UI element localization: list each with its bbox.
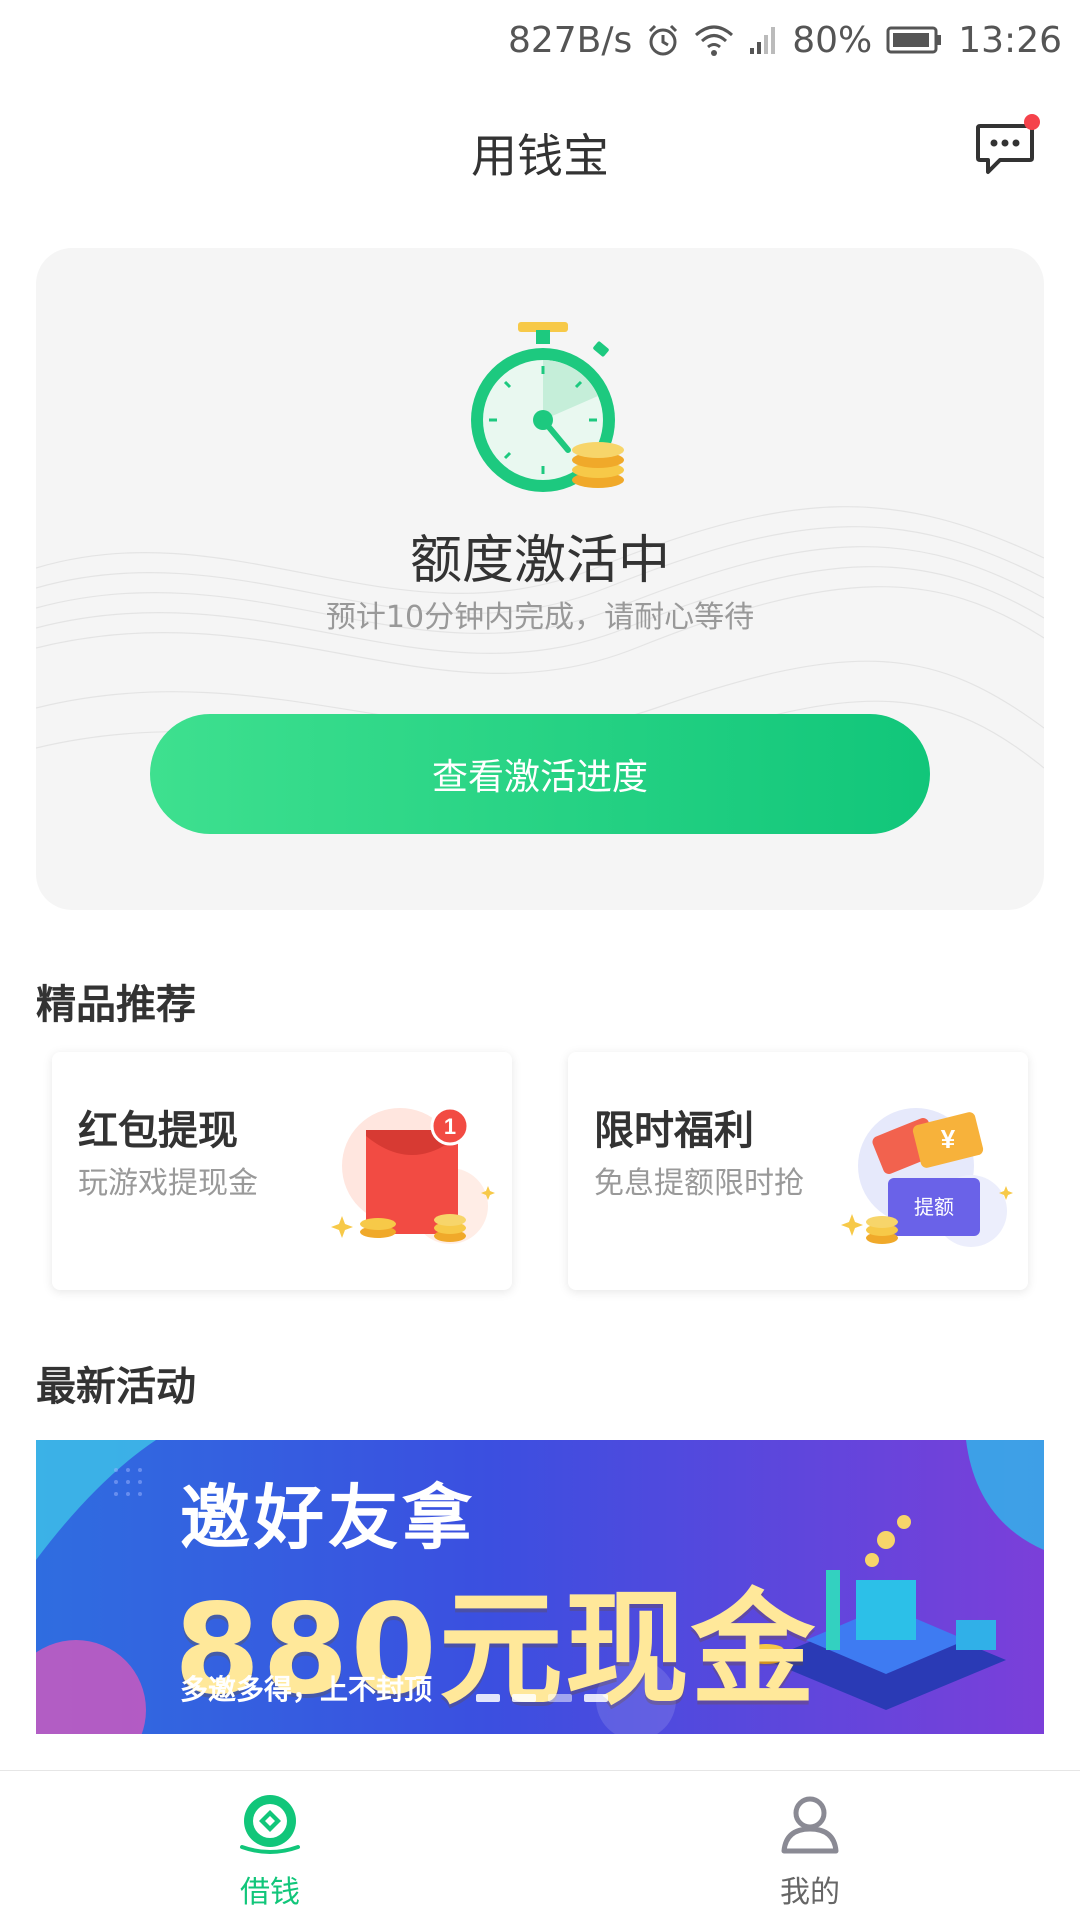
banner-tagline: 多邀多得，上不封顶: [180, 1673, 433, 1706]
wave-decoration: [36, 506, 1044, 770]
stopwatch-icon: [471, 322, 624, 492]
promo-subtitle: 玩游戏提现金: [78, 1166, 258, 1201]
promo-card-red-envelope[interactable]: 红包提现 玩游戏提现金 1: [52, 1052, 512, 1290]
section-title-recommend: 精品推荐: [36, 982, 196, 1028]
signal-icon: [748, 24, 778, 56]
alarm-icon: [646, 23, 680, 57]
unread-dot: [1024, 114, 1040, 130]
wifi-icon: [694, 23, 734, 57]
carousel-dot: [512, 1694, 536, 1702]
envelope-badge: 1: [444, 1114, 456, 1139]
screen: 827B/s 80% 13:26 用钱宝 额度激活中 预计10分钟内完成，请耐心…: [0, 0, 1080, 1920]
status-bar: 827B/s 80% 13:26: [0, 0, 1080, 80]
coupon-icon: ¥ 提额: [841, 1108, 1013, 1247]
page-title: 用钱宝: [471, 129, 609, 183]
carousel-dot: [548, 1694, 572, 1702]
view-progress-button[interactable]: 查看激活进度: [150, 714, 930, 834]
coin-icon: [240, 1795, 300, 1854]
section-title-activity: 最新活动: [36, 1364, 196, 1410]
activity-banner[interactable]: 邀好友拿 880元现金 多邀多得，上不封顶: [36, 1440, 1044, 1734]
battery-icon: [886, 25, 944, 55]
battery-percent: 80%: [792, 19, 873, 61]
user-icon: [781, 1796, 839, 1854]
activation-card: 额度激活中 预计10分钟内完成，请耐心等待 查看激活进度: [36, 248, 1044, 910]
promo-subtitle: 免息提额限时抢: [594, 1166, 804, 1201]
nav-label: 我的: [780, 1875, 840, 1910]
carousel-dot: [584, 1694, 608, 1702]
promo-title: 红包提现: [78, 1108, 238, 1154]
activation-status-title: 额度激活中: [409, 531, 670, 591]
nav-label: 借钱: [240, 1875, 300, 1910]
carousel-dot: [476, 1694, 500, 1702]
nav-item-mine[interactable]: 我的: [540, 1771, 1080, 1920]
bottom-nav: 借钱 我的: [0, 1770, 1080, 1920]
red-envelope-icon: 1: [331, 1106, 495, 1244]
messages-button[interactable]: [974, 114, 1040, 180]
coupon-badge-text: 提额: [914, 1195, 954, 1219]
nav-item-borrow[interactable]: 借钱: [0, 1771, 540, 1920]
network-speed: 827B/s: [507, 19, 633, 61]
promo-card-limited-welfare[interactable]: 限时福利 免息提额限时抢 ¥ 提额: [568, 1052, 1028, 1290]
activation-status-subtitle: 预计10分钟内完成，请耐心等待: [325, 600, 755, 635]
app-header: 用钱宝: [0, 80, 1080, 220]
carousel-indicator: [476, 1694, 608, 1702]
promo-title: 限时福利: [594, 1108, 754, 1154]
svg-text:¥: ¥: [941, 1124, 956, 1154]
clock: 13:26: [958, 19, 1062, 61]
